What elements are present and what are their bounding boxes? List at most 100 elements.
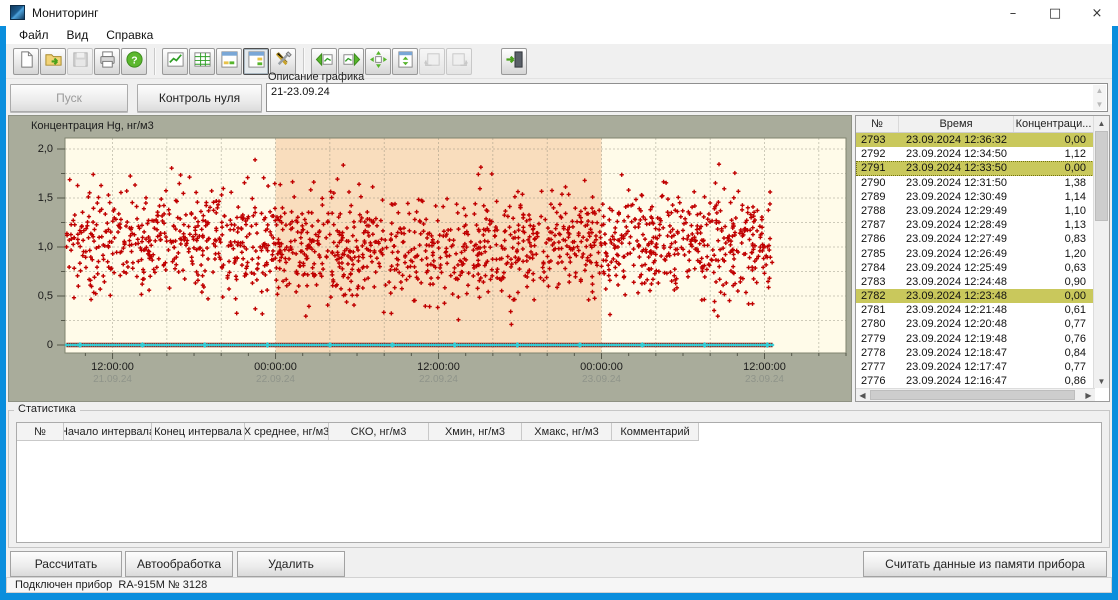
table-row[interactable]: 277723.09.2024 12:17:470,77	[856, 360, 1094, 374]
y-axis-tick-label: 1,5	[17, 192, 53, 204]
x-axis-date-label: 21.09.24	[78, 374, 148, 385]
table-row[interactable]: 278123.09.2024 12:21:480,61	[856, 303, 1094, 317]
menubar: ФайлВидСправка	[6, 26, 1112, 44]
table-row[interactable]: 279323.09.2024 12:36:320,00	[856, 133, 1094, 147]
reading-number: 2779	[856, 332, 899, 346]
table-row[interactable]: 279223.09.2024 12:34:501,12	[856, 147, 1094, 161]
scroll-left-icon[interactable]: ◀	[856, 389, 869, 401]
fit-all-button[interactable]	[365, 48, 391, 75]
reading-time: 23.09.2024 12:25:49	[899, 261, 1014, 275]
reading-concentration: 1,14	[1014, 190, 1094, 204]
scroll-right-icon[interactable]: ▶	[1082, 389, 1095, 401]
menu-view[interactable]: Вид	[58, 27, 98, 43]
table-row[interactable]: 278823.09.2024 12:29:491,10	[856, 204, 1094, 218]
table-row[interactable]: 279023.09.2024 12:31:501,38	[856, 176, 1094, 190]
view-split-bottom-button[interactable]	[216, 48, 242, 75]
view-split-right-button[interactable]	[243, 48, 269, 75]
minimize-button[interactable]: –	[992, 0, 1034, 26]
chart-panel: Концентрация Hg, нг/м3 2,01,51,00,5012:0…	[8, 115, 852, 402]
table-row[interactable]: 278523.09.2024 12:26:491,20	[856, 247, 1094, 261]
view-table-button[interactable]	[189, 48, 215, 75]
fit-vertical-button[interactable]	[392, 48, 418, 75]
save-button[interactable]	[67, 48, 93, 75]
scroll-up-icon[interactable]: ▲	[1096, 87, 1104, 94]
reading-concentration: 0,61	[1014, 303, 1094, 317]
calculate-button[interactable]: Рассчитать	[10, 551, 122, 577]
readings-horizontal-scrollbar[interactable]: ◀ ▶	[856, 388, 1095, 401]
reading-number: 2784	[856, 261, 899, 275]
statistics-column-header: №	[17, 423, 64, 441]
scroll-down-icon[interactable]: ▼	[1094, 374, 1109, 388]
description-scrollbar[interactable]: ▲ ▼	[1093, 85, 1106, 110]
exit-button[interactable]	[501, 48, 527, 75]
table-row[interactable]: 278923.09.2024 12:30:491,14	[856, 190, 1094, 204]
y-axis-tick-label: 0	[17, 339, 53, 351]
reading-concentration: 1,10	[1014, 204, 1094, 218]
table-row[interactable]: 278023.09.2024 12:20:480,77	[856, 317, 1094, 331]
y-axis-tick-label: 1,0	[17, 241, 53, 253]
read-device-memory-button[interactable]: Считать данные из памяти прибора	[863, 551, 1107, 577]
menu-help[interactable]: Справка	[97, 27, 162, 43]
table-row[interactable]: 278323.09.2024 12:24:480,90	[856, 275, 1094, 289]
scroll-down-icon[interactable]: ▼	[1096, 101, 1104, 108]
table-row[interactable]: 277923.09.2024 12:19:480,76	[856, 332, 1094, 346]
readings-column-header: №	[856, 116, 899, 132]
prev-view-button[interactable]	[419, 48, 445, 75]
readings-vertical-scrollbar[interactable]: ▲ ▼	[1093, 116, 1109, 388]
scrollbar-thumb[interactable]	[1095, 131, 1108, 221]
menu-file[interactable]: Файл	[10, 27, 58, 43]
y-axis-tick-label: 2,0	[17, 143, 53, 155]
help-button[interactable]: ?	[121, 48, 147, 75]
reading-concentration: 0,00	[1014, 133, 1094, 147]
desktop-background	[0, 593, 1118, 600]
new-document-icon	[17, 50, 36, 72]
zero-control-button[interactable]: Контроль нуля	[137, 84, 262, 112]
statistics-column-header: Начало интервала	[64, 423, 152, 441]
print-button[interactable]	[94, 48, 120, 75]
statistics-table-header: №Начало интервалаКонец интервалаХ средне…	[17, 423, 699, 441]
table-row[interactable]: 278623.09.2024 12:27:490,83	[856, 232, 1094, 246]
reading-concentration: 0,63	[1014, 261, 1094, 275]
reading-number: 2790	[856, 176, 899, 190]
new-file-button[interactable]	[13, 48, 39, 75]
reading-number: 2786	[856, 232, 899, 246]
open-file-button[interactable]	[40, 48, 66, 75]
autoprocess-button[interactable]: Автообработка	[125, 551, 233, 577]
table-row[interactable]: 278723.09.2024 12:28:491,13	[856, 218, 1094, 232]
scroll-up-icon[interactable]: ▲	[1094, 116, 1109, 130]
delete-button[interactable]: Удалить	[237, 551, 345, 577]
maximize-button[interactable]: □	[1034, 0, 1076, 26]
table-row[interactable]: 277623.09.2024 12:16:470,86	[856, 374, 1094, 388]
reading-concentration: 1,12	[1014, 147, 1094, 161]
description-value: 21-23.09.24	[271, 86, 330, 98]
next-view-button[interactable]	[446, 48, 472, 75]
table-row[interactable]: 278223.09.2024 12:23:480,00	[856, 289, 1094, 303]
app-icon	[10, 5, 25, 20]
reading-number: 2788	[856, 204, 899, 218]
reading-concentration: 0,00	[1014, 161, 1094, 175]
start-button[interactable]: Пуск	[10, 84, 128, 112]
x-axis-date-label: 22.09.24	[404, 374, 474, 385]
statistics-column-header: Комментарий	[612, 423, 699, 441]
table-row[interactable]: 279123.09.2024 12:33:500,00	[856, 161, 1094, 175]
print-icon	[98, 50, 117, 72]
reading-number: 2783	[856, 275, 899, 289]
reading-time: 23.09.2024 12:19:48	[899, 332, 1014, 346]
save-icon	[71, 50, 90, 72]
readings-column-header: Время	[899, 116, 1014, 132]
reading-time: 23.09.2024 12:27:49	[899, 232, 1014, 246]
reading-number: 2793	[856, 133, 899, 147]
toolbar-separator	[154, 48, 156, 75]
close-button[interactable]: ×	[1076, 0, 1118, 26]
reading-time: 23.09.2024 12:16:47	[899, 374, 1014, 388]
desktop-background	[0, 26, 6, 593]
concentration-chart[interactable]	[9, 116, 853, 403]
table-row[interactable]: 277823.09.2024 12:18:470,84	[856, 346, 1094, 360]
reading-number: 2791	[856, 161, 899, 175]
reading-time: 23.09.2024 12:20:48	[899, 317, 1014, 331]
scrollbar-thumb[interactable]	[870, 390, 1075, 400]
view-chart-button[interactable]	[162, 48, 188, 75]
description-input[interactable]: 21-23.09.24 ▲ ▼	[266, 83, 1108, 112]
table-row[interactable]: 278423.09.2024 12:25:490,63	[856, 261, 1094, 275]
prev-view-icon	[423, 50, 442, 72]
